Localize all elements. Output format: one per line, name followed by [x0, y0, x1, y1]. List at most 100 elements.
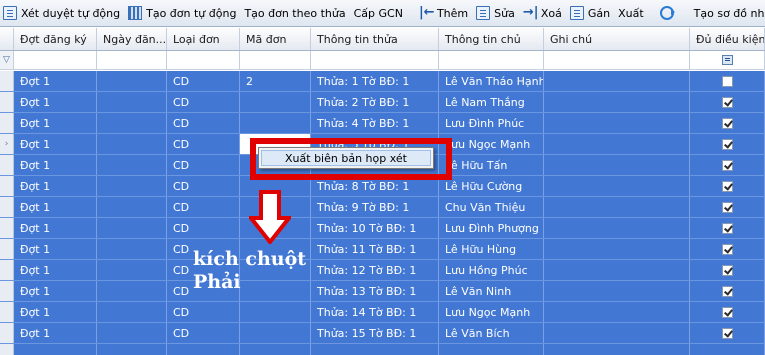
cell-parcel-info[interactable]: Thửa: 15 Tờ BĐ: 1 — [311, 323, 439, 343]
table-row[interactable]: Đợt 1 CD Thửa: 14 Tờ BĐ: 1 Lưu Ngọc Mạnh — [0, 302, 765, 323]
cell-registration-round[interactable]: Đợt 1 — [14, 176, 97, 196]
cell-registration-date[interactable] — [97, 323, 167, 343]
cell-application-type[interactable]: CD — [167, 218, 240, 238]
table-row[interactable]: Đợt 1 CD Thửa: 9 Tờ BĐ: 1 Chu Văn Thiệu — [0, 197, 765, 218]
cell-parcel-info[interactable]: Thửa: 4 Tờ BĐ: 1 — [311, 113, 439, 133]
row-indicator[interactable] — [0, 260, 14, 280]
table-row[interactable]: Đợt 1 CD 2 Thửa: 1 Tờ BĐ: 1 Lê Văn Tháo Hạnh — [0, 71, 765, 92]
cell-parcel-info[interactable]: Thửa: 12 Tờ BĐ: 1 — [311, 260, 439, 280]
cell-notes[interactable] — [544, 113, 690, 133]
eligible-checkbox[interactable] — [721, 243, 733, 255]
eligible-checkbox[interactable] — [721, 180, 733, 192]
cell-eligible[interactable] — [690, 197, 765, 217]
cell-application-type[interactable]: CD — [167, 71, 240, 91]
cell-registration-round[interactable]: Đợt 1 — [14, 134, 97, 154]
cell-notes[interactable] — [544, 218, 690, 238]
cell-parcel-info[interactable]: Thửa: 13 Tờ BĐ: 1 — [311, 281, 439, 301]
table-row[interactable]: Đợt 1 CD Thửa: 10 Tờ BĐ: 1 Lưu Đình Phượng — [0, 218, 765, 239]
filter-cell[interactable] — [167, 51, 240, 69]
row-indicator[interactable] — [0, 218, 14, 238]
cell-application-code[interactable] — [240, 344, 311, 355]
cell-eligible[interactable] — [690, 239, 765, 259]
edit-button[interactable]: Sửa — [473, 2, 518, 24]
cell-owner-info[interactable]: Lê Hữu Hùng — [439, 239, 544, 259]
cell-notes[interactable] — [544, 134, 690, 154]
cell-notes[interactable] — [544, 239, 690, 259]
cell-application-type[interactable]: CD — [167, 113, 240, 133]
cell-notes[interactable] — [544, 155, 690, 175]
create-by-parcel-button[interactable]: Tạo đơn theo thửa — [241, 2, 348, 24]
cell-parcel-info[interactable]: Thửa: 9 Tờ BĐ: 1 — [311, 197, 439, 217]
cell-notes[interactable] — [544, 71, 690, 91]
cell-registration-date[interactable] — [97, 281, 167, 301]
cell-notes[interactable] — [544, 176, 690, 196]
eligible-checkbox[interactable] — [721, 327, 733, 339]
cell-notes[interactable] — [544, 344, 690, 355]
eligible-checkbox[interactable] — [721, 159, 733, 171]
table-row[interactable]: Đợt 1 CD Thửa: 11 Tờ BĐ: 1 Lê Hữu Hùng — [0, 239, 765, 260]
cell-notes[interactable] — [544, 260, 690, 280]
filter-cell-eligible[interactable] — [690, 51, 765, 69]
cell-registration-round[interactable]: Đợt 1 — [14, 239, 97, 259]
cell-registration-round[interactable]: Đợt 1 — [14, 281, 97, 301]
table-row[interactable]: Đợt 1 CD Thửa: 15 Tờ BĐ: 1 Lê Văn Bích — [0, 323, 765, 344]
row-indicator[interactable] — [0, 197, 14, 217]
col-header-registration-round[interactable]: Đợt đăng ký — [14, 28, 97, 50]
filter-cell[interactable] — [97, 51, 167, 69]
row-indicator[interactable] — [0, 281, 14, 301]
row-indicator[interactable] — [0, 323, 14, 343]
assign-button[interactable]: Gán — [567, 2, 613, 24]
cell-application-type[interactable]: CD — [167, 323, 240, 343]
create-multi-parcel-map-button[interactable]: Tạo sơ đồ nhiều thửa — [691, 2, 765, 24]
filter-cell[interactable] — [14, 51, 97, 69]
cell-owner-info[interactable]: Lưu Ngọc Mạnh — [439, 302, 544, 322]
cell-eligible[interactable] — [690, 134, 765, 154]
cell-registration-round[interactable]: Đợt 1 — [14, 197, 97, 217]
cell-registration-date[interactable] — [97, 113, 167, 133]
row-indicator[interactable] — [0, 176, 14, 196]
add-button[interactable]: |← Thêm — [416, 2, 471, 24]
cell-application-type[interactable]: CD — [167, 197, 240, 217]
row-indicator[interactable] — [0, 239, 14, 259]
cell-registration-round[interactable]: Đợt 1 — [14, 302, 97, 322]
cell-application-type[interactable]: CD — [167, 155, 240, 175]
row-indicator[interactable] — [0, 92, 14, 112]
row-indicator[interactable]: › — [0, 134, 14, 154]
cell-registration-date[interactable] — [97, 134, 167, 154]
cell-owner-info[interactable]: Lưu Đình Phượng — [439, 218, 544, 238]
eligible-checkbox[interactable] — [721, 75, 733, 87]
cell-owner-info[interactable]: Lưu Ngọc Mạnh — [439, 134, 544, 154]
eligible-checkbox[interactable] — [721, 285, 733, 297]
cell-registration-date[interactable] — [97, 218, 167, 238]
cell-registration-round[interactable]: Đợt 1 — [14, 71, 97, 91]
eligible-checkbox[interactable] — [721, 96, 733, 108]
eligible-checkbox[interactable] — [721, 138, 733, 150]
delete-button[interactable]: →| Xoá — [520, 2, 565, 24]
cell-registration-round[interactable]: Đợt 1 — [14, 113, 97, 133]
issue-gcn-button[interactable]: Cấp GCN — [351, 2, 406, 24]
eligible-checkbox[interactable] — [721, 222, 733, 234]
col-header-registration-date[interactable]: Ngày đăn... — [97, 28, 167, 50]
cell-application-type[interactable] — [167, 344, 240, 355]
cell-application-code[interactable] — [240, 113, 311, 133]
cell-parcel-info[interactable]: Thửa: 1 Tờ BĐ: 1 — [311, 71, 439, 91]
row-indicator[interactable] — [0, 155, 14, 175]
row-indicator[interactable] — [0, 71, 14, 91]
col-header-application-type[interactable]: Loại đơn — [167, 28, 240, 50]
row-indicator[interactable] — [0, 344, 14, 355]
cell-eligible[interactable] — [690, 71, 765, 91]
filter-list-icon[interactable] — [721, 55, 733, 65]
cell-eligible[interactable] — [690, 218, 765, 238]
cell-eligible[interactable] — [690, 281, 765, 301]
cell-eligible[interactable] — [690, 155, 765, 175]
cell-registration-round[interactable]: Đợt 1 — [14, 92, 97, 112]
table-row[interactable]: Đợt 1 CD Thửa: 2 Tờ BĐ: 1 Lê Nam Thắng — [0, 92, 765, 113]
cell-registration-date[interactable] — [97, 239, 167, 259]
cell-owner-info[interactable] — [439, 344, 544, 355]
cell-registration-round[interactable]: Đợt 1 — [14, 260, 97, 280]
table-row[interactable]: Đợt 1 CD Thửa: 4 Tờ BĐ: 1 Lưu Đình Phúc — [0, 113, 765, 134]
cell-registration-date[interactable] — [97, 71, 167, 91]
row-indicator[interactable] — [0, 113, 14, 133]
cell-eligible[interactable] — [690, 323, 765, 343]
table-row[interactable]: Đợt 1 CD Thửa: 12 Tờ BĐ: 1 Lưu Hồng Phúc — [0, 260, 765, 281]
